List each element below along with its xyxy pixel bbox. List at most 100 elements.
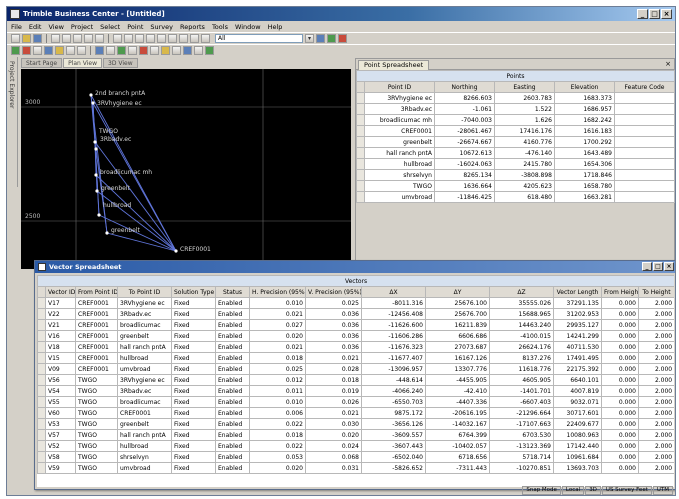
close-icon[interactable]: × [661, 9, 672, 19]
table-cell[interactable]: CREF0001 [75, 308, 118, 320]
table-cell[interactable]: V17 [45, 297, 76, 309]
status-3d[interactable]: 3D [585, 486, 601, 495]
table-cell[interactable]: 0.036 [305, 341, 362, 353]
table-cell[interactable]: 2.000 [637, 396, 674, 408]
tab-plan-view[interactable]: Plan View [63, 58, 103, 68]
table-cell[interactable]: CREF0001 [75, 363, 118, 375]
table-row[interactable]: V15 CREF0001 hullbroad Fixed Enabled 0.018 0.0… [37, 352, 674, 364]
table-row[interactable]: V21 CREF0001 broadlicumac Fixed Enabled 0.027… [37, 319, 674, 331]
table-cell[interactable]: 2.000 [637, 385, 674, 397]
vector-window-titlebar[interactable]: Vector Spreadsheet _ □ × [35, 261, 675, 273]
row-selector[interactable] [356, 180, 365, 192]
table-cell[interactable] [613, 136, 675, 148]
table-cell[interactable]: 0.025 [305, 297, 362, 309]
table-cell[interactable]: 2.000 [637, 330, 674, 342]
table-cell[interactable]: -1.061 [434, 103, 495, 115]
table-cell[interactable]: 2.000 [637, 451, 674, 463]
table-cell[interactable]: 0.021 [249, 308, 306, 320]
table-cell[interactable]: 0.000 [601, 341, 639, 353]
table-cell[interactable] [613, 114, 675, 126]
column-header[interactable]: Status [215, 286, 250, 298]
table-cell[interactable]: Fixed [171, 319, 216, 331]
column-header[interactable]: Easting [494, 81, 555, 93]
zoom-in-icon[interactable] [113, 34, 122, 43]
row-selector[interactable] [37, 352, 46, 364]
table-cell[interactable]: V09 [45, 363, 76, 375]
table-cell[interactable]: Fixed [171, 462, 216, 474]
table-row[interactable]: V59 TWGO umvbroad Fixed Enabled 0.020 0.031 -58… [37, 462, 674, 474]
table-cell[interactable]: Enabled [215, 374, 250, 386]
row-selector[interactable] [356, 147, 365, 159]
table-cell[interactable]: 14241.299 [553, 330, 602, 342]
row-selector[interactable] [356, 169, 365, 181]
table-cell[interactable]: 0.026 [305, 396, 362, 408]
table-cell[interactable]: 0.036 [305, 308, 362, 320]
table-cell[interactable]: 0.000 [601, 330, 639, 342]
menu-file[interactable]: File [11, 23, 22, 31]
table-cell[interactable]: Fixed [171, 418, 216, 430]
table-cell[interactable]: Enabled [215, 297, 250, 309]
row-selector[interactable] [37, 396, 46, 408]
point-marker[interactable] [105, 231, 109, 235]
table-cell[interactable]: hullbroad [364, 158, 435, 170]
table-cell[interactable]: 0.000 [601, 451, 639, 463]
table-cell[interactable]: V16 [45, 330, 76, 342]
table-cell[interactable]: 29935.127 [553, 319, 602, 331]
table-cell[interactable]: 0.031 [305, 462, 362, 474]
table-cell[interactable]: 6640.101 [553, 374, 602, 386]
table-cell[interactable]: 0.027 [249, 319, 306, 331]
import-icon[interactable] [55, 46, 64, 55]
project-explorer-tab[interactable]: Project Explorer [7, 57, 18, 187]
table-cell[interactable]: -13123.369 [489, 440, 554, 452]
table-cell[interactable]: -8011.316 [361, 297, 426, 309]
table-cell[interactable]: 3Rbadv.ec [364, 103, 435, 115]
table-cell[interactable]: shrselvyn [117, 451, 172, 463]
table-cell[interactable]: 3RVhygiene ec [117, 374, 172, 386]
minimize-icon[interactable]: _ [642, 262, 652, 271]
table-cell[interactable]: broadlicumac mh [364, 114, 435, 126]
table-row[interactable]: TWGO 1636.664 4205.623 1658.780 [356, 180, 675, 192]
tab-point-spreadsheet[interactable]: Point Spreadsheet [358, 60, 430, 70]
table-cell[interactable]: TWGO [364, 180, 435, 192]
table-cell[interactable]: 0.019 [305, 385, 362, 397]
table-cell[interactable]: 10961.684 [553, 451, 602, 463]
table-row[interactable]: V57 TWGO hall ranch pntA Fixed Enabled 0.018 0… [37, 429, 674, 441]
table-cell[interactable]: 6718.656 [425, 451, 490, 463]
table-cell[interactable]: 4605.905 [489, 374, 554, 386]
table-cell[interactable]: V56 [45, 374, 76, 386]
row-selector[interactable] [37, 341, 46, 353]
table-cell[interactable]: -26674.667 [434, 136, 495, 148]
table-cell[interactable]: -3607.443 [361, 440, 426, 452]
table-cell[interactable]: 2.000 [637, 407, 674, 419]
table-cell[interactable]: CREF0001 [75, 319, 118, 331]
table-cell[interactable]: 1663.281 [554, 191, 615, 203]
cut-icon[interactable] [51, 34, 60, 43]
table-cell[interactable]: 2.000 [637, 308, 674, 320]
table-cell[interactable]: 2.000 [637, 297, 674, 309]
table-cell[interactable]: 40711.530 [553, 341, 602, 353]
table-cell[interactable]: -5826.652 [361, 462, 426, 474]
properties-icon[interactable] [316, 34, 325, 43]
stop-icon[interactable] [338, 34, 347, 43]
table-cell[interactable]: TWGO [75, 396, 118, 408]
row-selector[interactable] [37, 429, 46, 441]
point-marker[interactable] [94, 173, 98, 177]
table-cell[interactable]: 17142.440 [553, 440, 602, 452]
table-cell[interactable] [613, 103, 675, 115]
table-cell[interactable]: 0.022 [249, 418, 306, 430]
column-header[interactable]: Northing [434, 81, 495, 93]
row-selector[interactable] [37, 330, 46, 342]
table-cell[interactable]: 0.010 [249, 396, 306, 408]
row-selector[interactable] [37, 374, 46, 386]
table-cell[interactable]: greenbelt [117, 418, 172, 430]
open-folder-icon[interactable] [22, 34, 31, 43]
table-cell[interactable]: 37291.135 [553, 297, 602, 309]
table-cell[interactable]: Enabled [215, 319, 250, 331]
table-cell[interactable]: 0.012 [249, 374, 306, 386]
table-cell[interactable]: Fixed [171, 352, 216, 364]
table-row[interactable]: broadlicumac mh -7040.003 1.626 1682.242 [356, 114, 675, 126]
table-cell[interactable]: CREF0001 [75, 297, 118, 309]
table-cell[interactable]: Enabled [215, 429, 250, 441]
refresh-icon[interactable] [327, 34, 336, 43]
table-row[interactable]: V58 TWGO shrselvyn Fixed Enabled 0.053 0.068 -6… [37, 451, 674, 463]
